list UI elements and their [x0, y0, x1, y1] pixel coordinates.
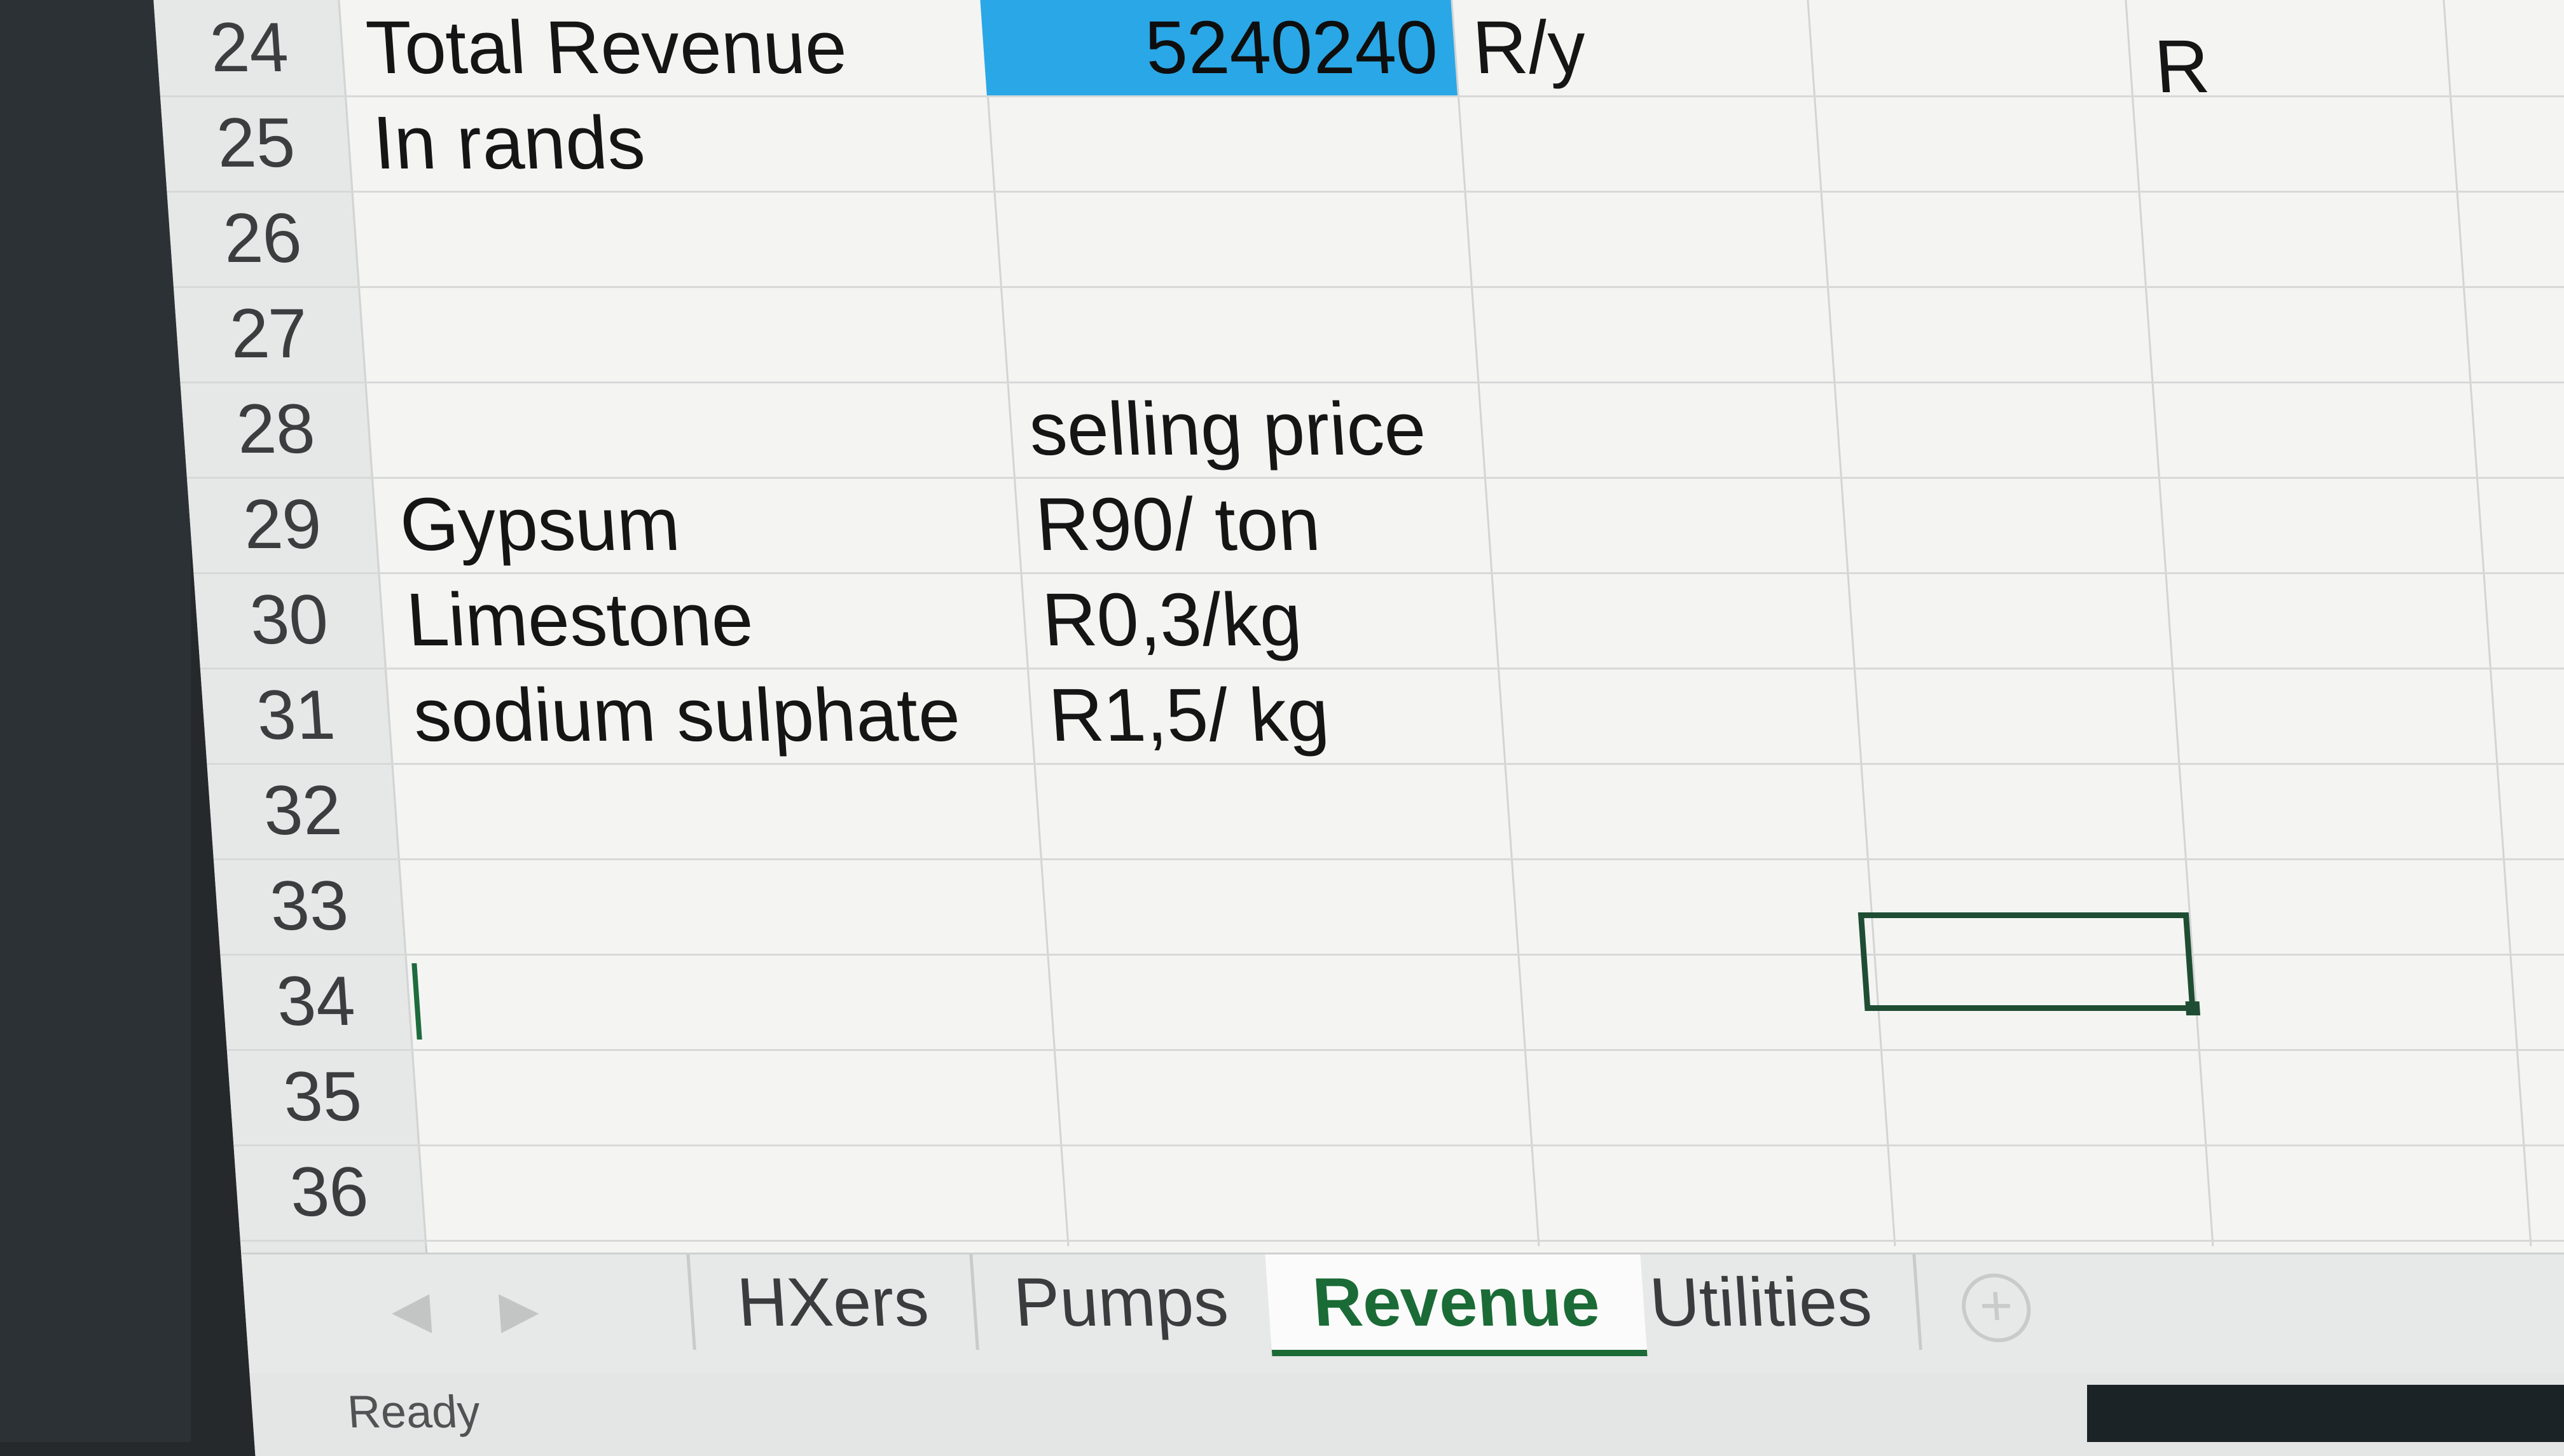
table-row: 35 [226, 1049, 2564, 1146]
table-row: 32 [207, 763, 2564, 860]
row-number[interactable]: 36 [233, 1144, 424, 1240]
row-number[interactable]: 25 [160, 95, 351, 191]
monitor-bezel [0, 0, 191, 1442]
selected-cell[interactable] [1858, 912, 2201, 1015]
status-text: Ready [345, 1387, 482, 1438]
tab-revenue[interactable]: Revenue [1265, 1254, 1648, 1356]
cell-a25[interactable]: In rands [370, 95, 648, 191]
row-number[interactable]: 32 [207, 763, 397, 858]
fill-handle[interactable] [2185, 1001, 2201, 1015]
tab-utilities[interactable]: Utilities [1602, 1254, 1922, 1350]
tab-hxers[interactable]: HXers [686, 1254, 979, 1350]
cell-b28[interactable]: selling price [1026, 381, 1429, 477]
sheet-tab-bar: ◀ ▶ HXers Pumps Revenue Utilities + [241, 1253, 2564, 1375]
table-row: 28 selling price [180, 381, 2564, 479]
cell-b29[interactable]: R90/ ton [1033, 477, 1323, 572]
row-number[interactable]: 35 [227, 1049, 418, 1144]
row-number[interactable]: 24 [153, 0, 344, 95]
table-row: 26 [167, 191, 2564, 288]
table-row: 24 Total Revenue 5240240 R/y R [153, 0, 2564, 109]
table-row: 25 In rands [160, 95, 2564, 193]
row-number[interactable]: 28 [180, 381, 371, 477]
cell-a24[interactable]: Total Revenue [363, 0, 850, 95]
add-sheet-icon[interactable]: + [1959, 1274, 2034, 1342]
tab-scroll-right-icon[interactable]: ▶ [497, 1280, 541, 1339]
row-number[interactable]: 26 [167, 191, 357, 286]
cell-b24-selected[interactable]: 5240240 [980, 0, 1458, 95]
table-row: 27 [173, 286, 2564, 383]
tab-scroll-left-icon[interactable]: ◀ [389, 1280, 432, 1339]
cell-b31[interactable]: R1,5/ kg [1046, 668, 1332, 763]
row-number[interactable]: 27 [174, 286, 364, 381]
cell-a31[interactable]: sodium sulphate [410, 668, 963, 763]
table-row: 30 Limestone R0,3/kg [193, 572, 2564, 670]
cell-b30[interactable]: R0,3/kg [1039, 572, 1304, 668]
row-number[interactable]: 33 [214, 858, 404, 954]
screen-edge [2087, 1385, 2564, 1442]
cell-a29[interactable]: Gypsum [397, 477, 683, 572]
table-row: 36 [233, 1144, 2564, 1242]
row-number[interactable]: 31 [200, 668, 391, 763]
row-number[interactable]: 34 [220, 954, 411, 1049]
table-row: 33 [213, 858, 2564, 956]
table-row: 34 [220, 954, 2564, 1051]
row-number[interactable]: 30 [193, 572, 384, 668]
tab-pumps[interactable]: Pumps [966, 1254, 1279, 1350]
cell-c24[interactable]: R/y [1470, 0, 1589, 95]
spreadsheet-area: 24 Total Revenue 5240240 R/y R 25 In ran… [153, 0, 2564, 1456]
table-row: 29 Gypsum R90/ ton [186, 477, 2564, 574]
cell-a30[interactable]: Limestone [403, 572, 756, 668]
row-number[interactable]: 29 [187, 477, 378, 572]
table-row: 31 sodium sulphate R1,5/ kg [200, 668, 2564, 765]
